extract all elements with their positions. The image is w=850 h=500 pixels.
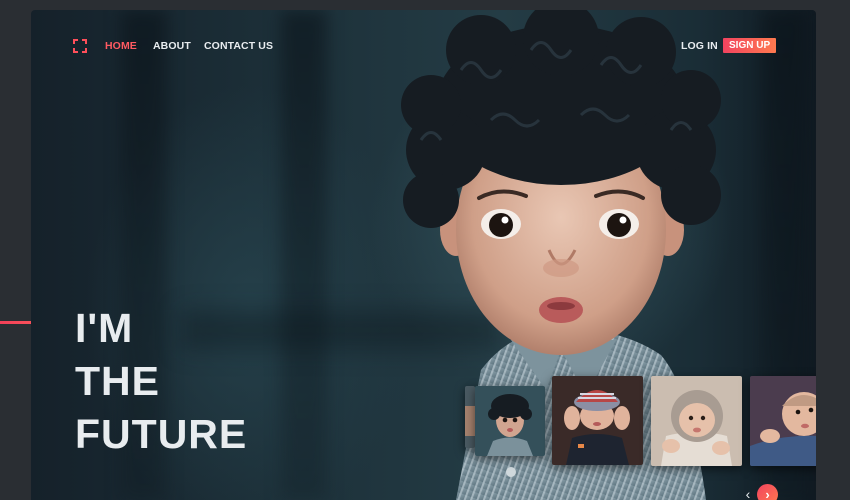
headline-line: I'M [75, 305, 134, 351]
logo-icon[interactable] [73, 39, 87, 53]
thumb-baby-hood[interactable] [651, 376, 742, 466]
thumb-child-striped-hat[interactable] [552, 376, 643, 465]
thumb-curly-child[interactable] [475, 386, 545, 456]
nav-item-home[interactable]: HOME [105, 40, 137, 52]
top-nav: HOME ABOUT CONTACT US LOG IN SIGN UP [31, 10, 816, 80]
hero-headline: I'M THE FUTURE [75, 302, 247, 461]
nav-item-about[interactable]: ABOUT [153, 40, 191, 52]
nav-item-contact-us[interactable]: CONTACT US [204, 40, 273, 52]
hero-frame: HOME ABOUT CONTACT US LOG IN SIGN UP I'M… [31, 10, 816, 500]
signup-button[interactable]: SIGN UP [723, 38, 777, 53]
chevron-left-icon[interactable]: ‹ [740, 486, 756, 500]
thumb-baby-blanket[interactable] [750, 376, 816, 466]
background-post [281, 10, 327, 500]
headline-line: FUTURE [75, 411, 248, 457]
chevron-right-icon[interactable]: › [757, 484, 778, 500]
headline-line: THE [75, 358, 160, 404]
login-link[interactable]: LOG IN [681, 40, 718, 52]
thumb-partial[interactable] [465, 386, 475, 448]
